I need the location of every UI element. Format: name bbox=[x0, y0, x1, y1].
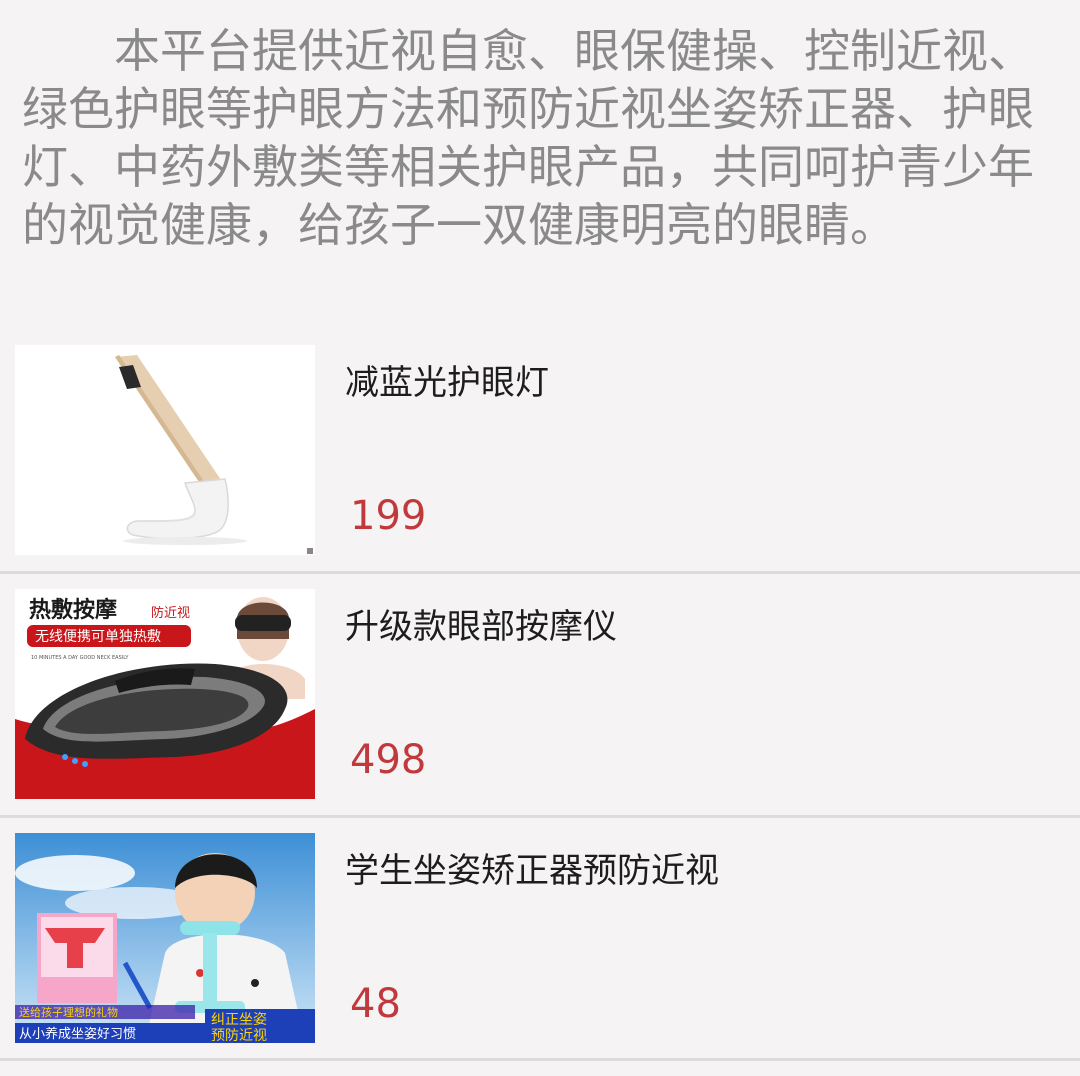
massager-headline: 热敷按摩 bbox=[29, 597, 117, 623]
product-price: 498 bbox=[350, 737, 427, 783]
desk-lamp-icon bbox=[15, 345, 315, 555]
eye-massager-image[interactable]: 热敷按摩 防近视 无线便携可单独热敷 10 MINUTES A DAY GOOD… bbox=[15, 589, 315, 799]
massager-tag: 防近视 bbox=[151, 605, 190, 621]
product-title[interactable]: 学生坐姿矫正器预防近视 bbox=[345, 843, 719, 892]
product-item-massager[interactable]: 热敷按摩 防近视 无线便携可单独热敷 10 MINUTES A DAY GOOD… bbox=[0, 589, 1080, 832]
product-price: 48 bbox=[350, 981, 401, 1027]
divider bbox=[0, 815, 1080, 818]
product-item-posture[interactable]: 送给孩子理想的礼物 从小养成坐姿好习惯 纠正坐姿 预防近视 学生坐姿矫正器预防近… bbox=[0, 833, 1080, 1076]
massager-banner: 无线便携可单独热敷 bbox=[35, 629, 161, 645]
eye-massager-icon: 热敷按摩 防近视 无线便携可单独热敷 10 MINUTES A DAY GOOD… bbox=[15, 589, 315, 799]
divider bbox=[0, 571, 1080, 574]
divider bbox=[0, 1058, 1080, 1061]
platform-intro-text: 本平台提供近视自愈、眼保健操、控制近视、绿色护眼等护眼方法和预防近视坐姿矫正器、… bbox=[22, 24, 1034, 252]
product-price: 199 bbox=[350, 493, 427, 539]
massager-small-text: 10 MINUTES A DAY GOOD NECK EASILY bbox=[31, 655, 129, 661]
posture-corrector-icon: 送给孩子理想的礼物 从小养成坐姿好习惯 纠正坐姿 预防近视 bbox=[15, 833, 315, 1043]
posture-badge-line2: 预防近视 bbox=[211, 1028, 267, 1043]
posture-habit-text: 从小养成坐姿好习惯 bbox=[19, 1026, 136, 1042]
posture-corrector-image[interactable]: 送给孩子理想的礼物 从小养成坐姿好习惯 纠正坐姿 预防近视 bbox=[15, 833, 315, 1043]
product-title[interactable]: 升级款眼部按摩仪 bbox=[345, 599, 617, 648]
desk-lamp-image[interactable] bbox=[15, 345, 315, 555]
product-item-lamp[interactable]: 减蓝光护眼灯 199 bbox=[0, 345, 1080, 588]
posture-gift-text: 送给孩子理想的礼物 bbox=[19, 1005, 118, 1019]
posture-badge-line1: 纠正坐姿 bbox=[211, 1012, 267, 1028]
product-title[interactable]: 减蓝光护眼灯 bbox=[345, 355, 549, 404]
